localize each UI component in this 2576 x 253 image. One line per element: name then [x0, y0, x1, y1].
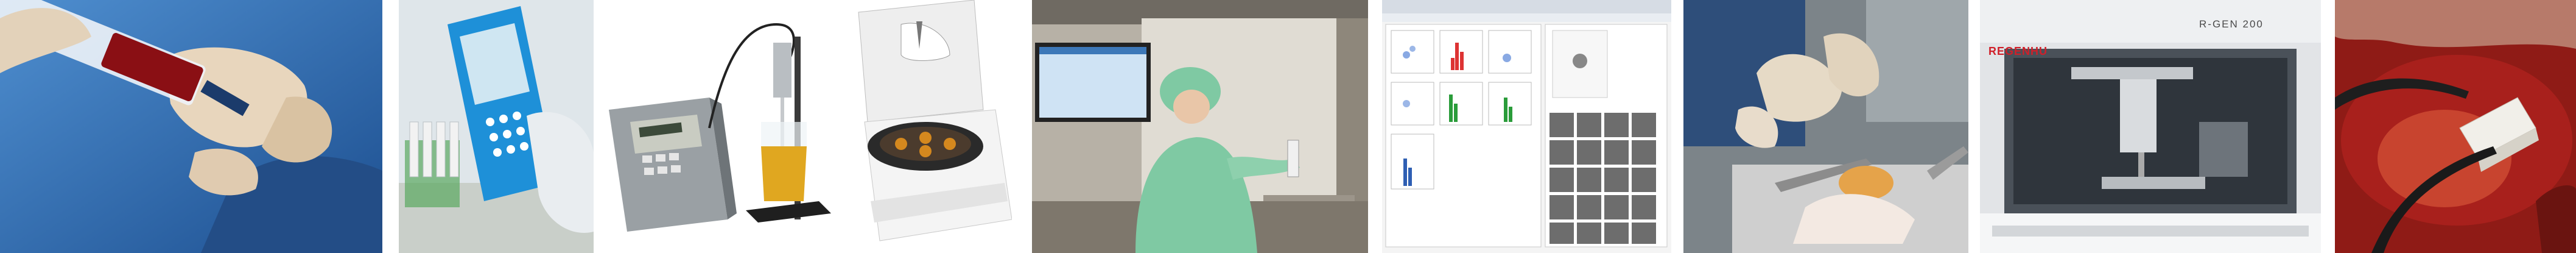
- panel-syringe-aspiration: [0, 0, 382, 253]
- monitor-icon: [1035, 43, 1151, 122]
- panel-handheld-cell-counter: [399, 0, 594, 253]
- sonicator-control-unit-icon: [609, 98, 737, 232]
- panel-surgical-implant: [2335, 0, 2576, 253]
- cleanroom-scene-image: [1032, 0, 1368, 253]
- panel-centrifuge: [852, 0, 1012, 253]
- tissue-preparation-scene-image: [1683, 0, 1968, 253]
- bioprinter-scene-image: [1980, 0, 2321, 253]
- bioprinter-model-label: R-GEN 200: [2199, 18, 2264, 30]
- cell-counter-scene-image: [399, 0, 594, 253]
- bioprinter-brand-label: REGENHU: [1988, 45, 2048, 57]
- centrifuge-scene-image: [852, 0, 1012, 253]
- surgical-implant-scene-image: [2335, 0, 2576, 253]
- sonicator-scene-image: [606, 0, 849, 253]
- panel-tissue-preparation: [1683, 0, 1968, 253]
- panel-analysis-software: [1382, 0, 1671, 253]
- panel-sonicator: [606, 0, 849, 253]
- analysis-software-screen: [1382, 0, 1671, 253]
- panel-cleanroom-hood: [1032, 0, 1368, 253]
- syringe-scene-image: [0, 0, 382, 253]
- panel-bioprinter: REGENHU R-GEN 200: [1980, 0, 2321, 253]
